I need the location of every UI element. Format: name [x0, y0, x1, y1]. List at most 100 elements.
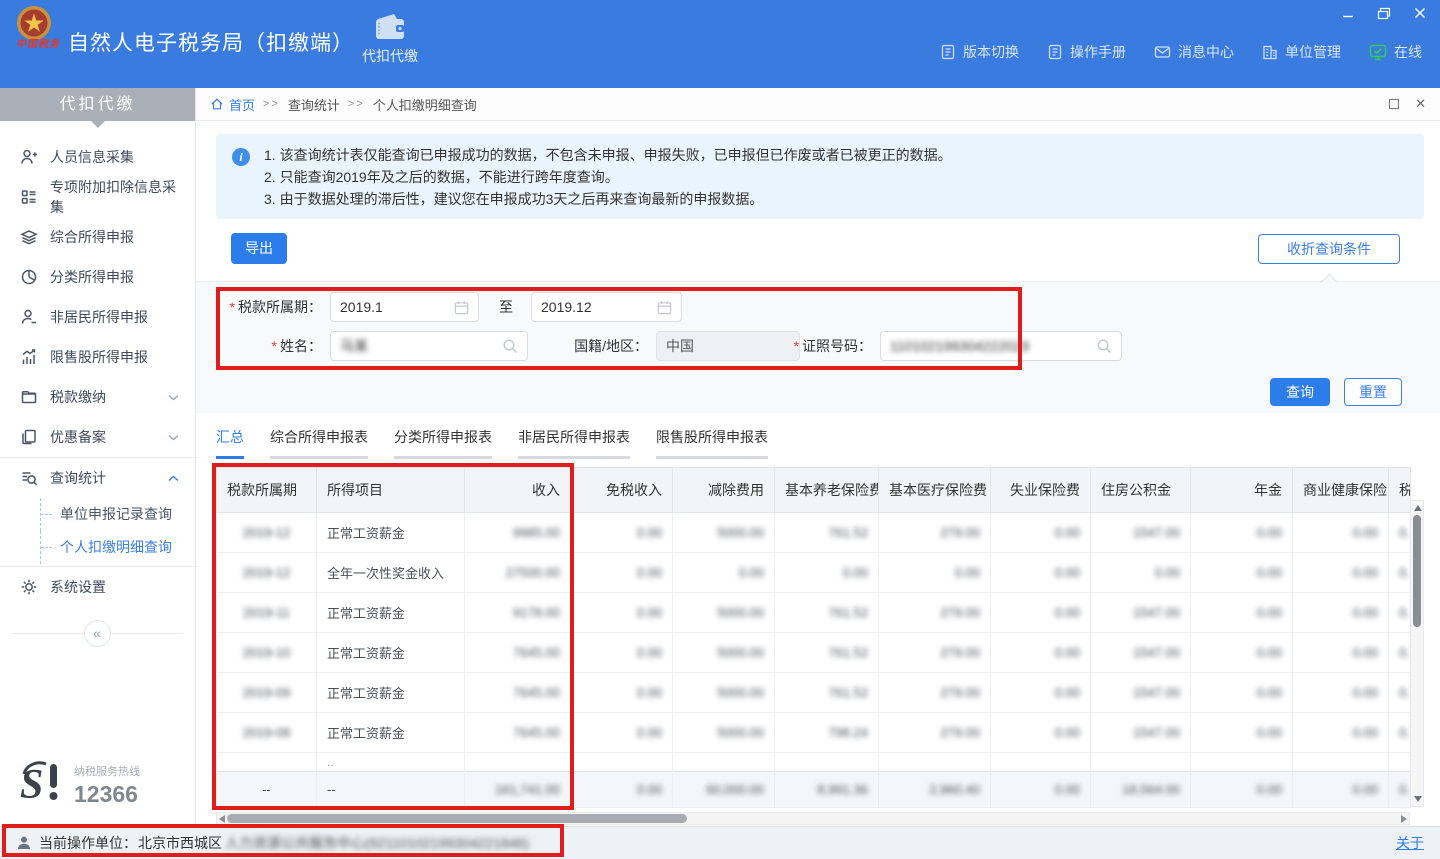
scroll-right-arrow[interactable]: [1401, 815, 1407, 823]
table-cell: 0.: [1389, 673, 1411, 713]
table-cell: 2019-10: [217, 633, 317, 673]
about-link[interactable]: 关于: [1396, 833, 1424, 853]
table-cell: 7645.00: [465, 713, 571, 753]
table-cell: 0.00: [571, 513, 673, 553]
scroll-up-arrow[interactable]: [1414, 505, 1422, 511]
period-to-value: 2019.12: [541, 299, 592, 315]
sidebar-item-label: 系统设置: [50, 577, 106, 597]
tab-nonresident[interactable]: 非居民所得申报表: [518, 427, 630, 459]
bar-chart-icon: [20, 348, 38, 366]
table-cell: 0.00: [1191, 513, 1293, 553]
tab-restricted-shares[interactable]: 限售股所得申报表: [656, 427, 768, 459]
sidebar: 代扣代缴 人员信息采集 专项附加扣除信息采集: [0, 88, 196, 826]
nav-message-center[interactable]: 消息中心: [1154, 42, 1234, 62]
table-cell: 27500.00: [465, 553, 571, 593]
breadcrumb-home[interactable]: 首页: [210, 95, 255, 114]
period-from-input[interactable]: 2019.1: [330, 292, 479, 322]
scroll-left-arrow[interactable]: [219, 815, 225, 823]
calendar-icon[interactable]: [657, 300, 672, 315]
table-cell: --: [217, 772, 317, 808]
tab-withholding[interactable]: 代扣代缴: [338, 12, 442, 66]
sidebar-item-preferential-filing[interactable]: 优惠备案: [0, 417, 195, 457]
table-cell: 0.00: [991, 553, 1091, 593]
sidebar-item-nonresident-income[interactable]: 非居民所得申报: [0, 297, 195, 337]
table-cell: 全年一次性奖金收入: [317, 553, 465, 593]
nav-online-status[interactable]: 在线: [1369, 42, 1422, 62]
table-cell: 1547.00: [1091, 673, 1191, 713]
sidebar-item-personnel-info[interactable]: 人员信息采集: [0, 137, 195, 177]
table-cell: [775, 753, 879, 772]
sidebar-item-classified-income[interactable]: 分类所得申报: [0, 257, 195, 297]
wallet-icon: [20, 388, 38, 406]
breadcrumb-separator: >>: [348, 98, 365, 110]
table-row: 2019-08正常工资薪金7645.000.005000.00798.24279…: [217, 713, 1411, 753]
result-tabs: 汇总 综合所得申报表 分类所得申报表 非居民所得申报表 限售股所得申报表: [216, 427, 768, 459]
name-input[interactable]: 马某: [330, 331, 528, 361]
top-nav: 版本切换 操作手册 消息中心 单位管理: [940, 42, 1422, 62]
vertical-scroll-thumb[interactable]: [1413, 515, 1421, 627]
nav-manual[interactable]: 操作手册: [1047, 42, 1126, 62]
sidebar-item-special-deduction[interactable]: 专项附加扣除信息采集: [0, 177, 195, 217]
sidebar-item-label: 税款缴纳: [50, 387, 106, 407]
nationality-label: 国籍/地区：: [554, 331, 648, 361]
current-unit-visible: 北京市西城区: [138, 833, 222, 853]
table-cell: --: [317, 772, 465, 808]
table-cell: [465, 753, 571, 772]
table-cell: 0.00: [571, 633, 673, 673]
notice-line: 2. 只能查询2019年及之后的数据，不能进行跨年度查询。: [264, 166, 1408, 188]
tab-summary[interactable]: 汇总: [216, 427, 244, 459]
search-icon[interactable]: [502, 338, 518, 354]
tab-classified[interactable]: 分类所得申报表: [394, 427, 492, 459]
table-cell: 0.00: [571, 673, 673, 713]
summary-table-wrap: 税款所属期所得项目收入免税收入减除费用基本养老保险费基本医疗保险费失业保险费住房…: [216, 467, 1410, 808]
table-cell: 0.00: [1191, 593, 1293, 633]
export-button[interactable]: 导出: [231, 233, 287, 264]
hotline-number: 12366: [74, 781, 140, 808]
table-cell: [1191, 753, 1293, 772]
panel-restore-icon[interactable]: [1389, 99, 1399, 109]
table-row: 2019-12正常工资薪金9985.000.005000.00761.52279…: [217, 513, 1411, 553]
sidebar-item-restricted-shares[interactable]: 限售股所得申报: [0, 337, 195, 377]
id-number-input[interactable]: 110102199304222029: [880, 331, 1122, 361]
current-unit-label: 当前操作单位：: [39, 833, 137, 853]
sidebar-item-comprehensive-income[interactable]: 综合所得申报: [0, 217, 195, 257]
required-mark: *: [794, 338, 799, 354]
scroll-down-arrow[interactable]: [1414, 796, 1422, 802]
svg-text:S: S: [20, 762, 43, 808]
sidebar-item-personal-withholding-query[interactable]: 个人扣缴明细查询: [0, 531, 195, 564]
search-button[interactable]: 查询: [1270, 378, 1330, 406]
table-cell: 761.52: [775, 633, 879, 673]
table-cell: ..: [317, 753, 465, 772]
table-cell: 60,000.00: [673, 772, 775, 808]
table-cell: [1091, 753, 1191, 772]
sidebar-item-unit-declaration-query[interactable]: 单位申报记录查询: [0, 498, 195, 531]
reset-button[interactable]: 重置: [1344, 378, 1402, 406]
search-icon[interactable]: [1096, 338, 1112, 354]
minimize-button[interactable]: [1340, 6, 1356, 20]
name-value: 马某: [340, 336, 368, 356]
panel-close-icon[interactable]: ✕: [1415, 96, 1426, 112]
nav-unit-management[interactable]: 单位管理: [1262, 42, 1341, 62]
sidebar-item-label: 综合所得申报: [50, 227, 134, 247]
sidebar-item-system-settings[interactable]: 系统设置: [0, 567, 195, 607]
table-cell: 279.00: [879, 713, 991, 753]
table-cell: 正常工资薪金: [317, 713, 465, 753]
table-cell: [1389, 753, 1411, 772]
nav-version-switch[interactable]: 版本切换: [940, 42, 1019, 62]
vertical-scrollbar[interactable]: [1410, 500, 1424, 807]
restore-button[interactable]: [1376, 6, 1392, 20]
column-header: 所得项目: [317, 468, 465, 513]
sidebar-item-query-statistics[interactable]: 查询统计: [0, 457, 195, 498]
collapse-query-button[interactable]: 收折查询条件: [1258, 234, 1400, 264]
period-to-input[interactable]: 2019.12: [531, 292, 682, 322]
notice-line: 3. 由于数据处理的滞后性，建议您在申报成功3天之后再来查询最新的申报数据。: [264, 188, 1408, 210]
sidebar-item-tax-payment[interactable]: 税款缴纳: [0, 377, 195, 417]
table-cell: 0.00: [1293, 513, 1389, 553]
horizontal-scrollbar[interactable]: [216, 812, 1410, 825]
app-title: 自然人电子税务局（扣缴端）: [68, 0, 354, 88]
calendar-icon[interactable]: [454, 300, 469, 315]
close-button[interactable]: [1412, 6, 1428, 20]
tab-comprehensive[interactable]: 综合所得申报表: [270, 427, 368, 459]
sidebar-collapse-button[interactable]: «: [84, 620, 111, 647]
horizontal-scroll-thumb[interactable]: [227, 814, 687, 823]
